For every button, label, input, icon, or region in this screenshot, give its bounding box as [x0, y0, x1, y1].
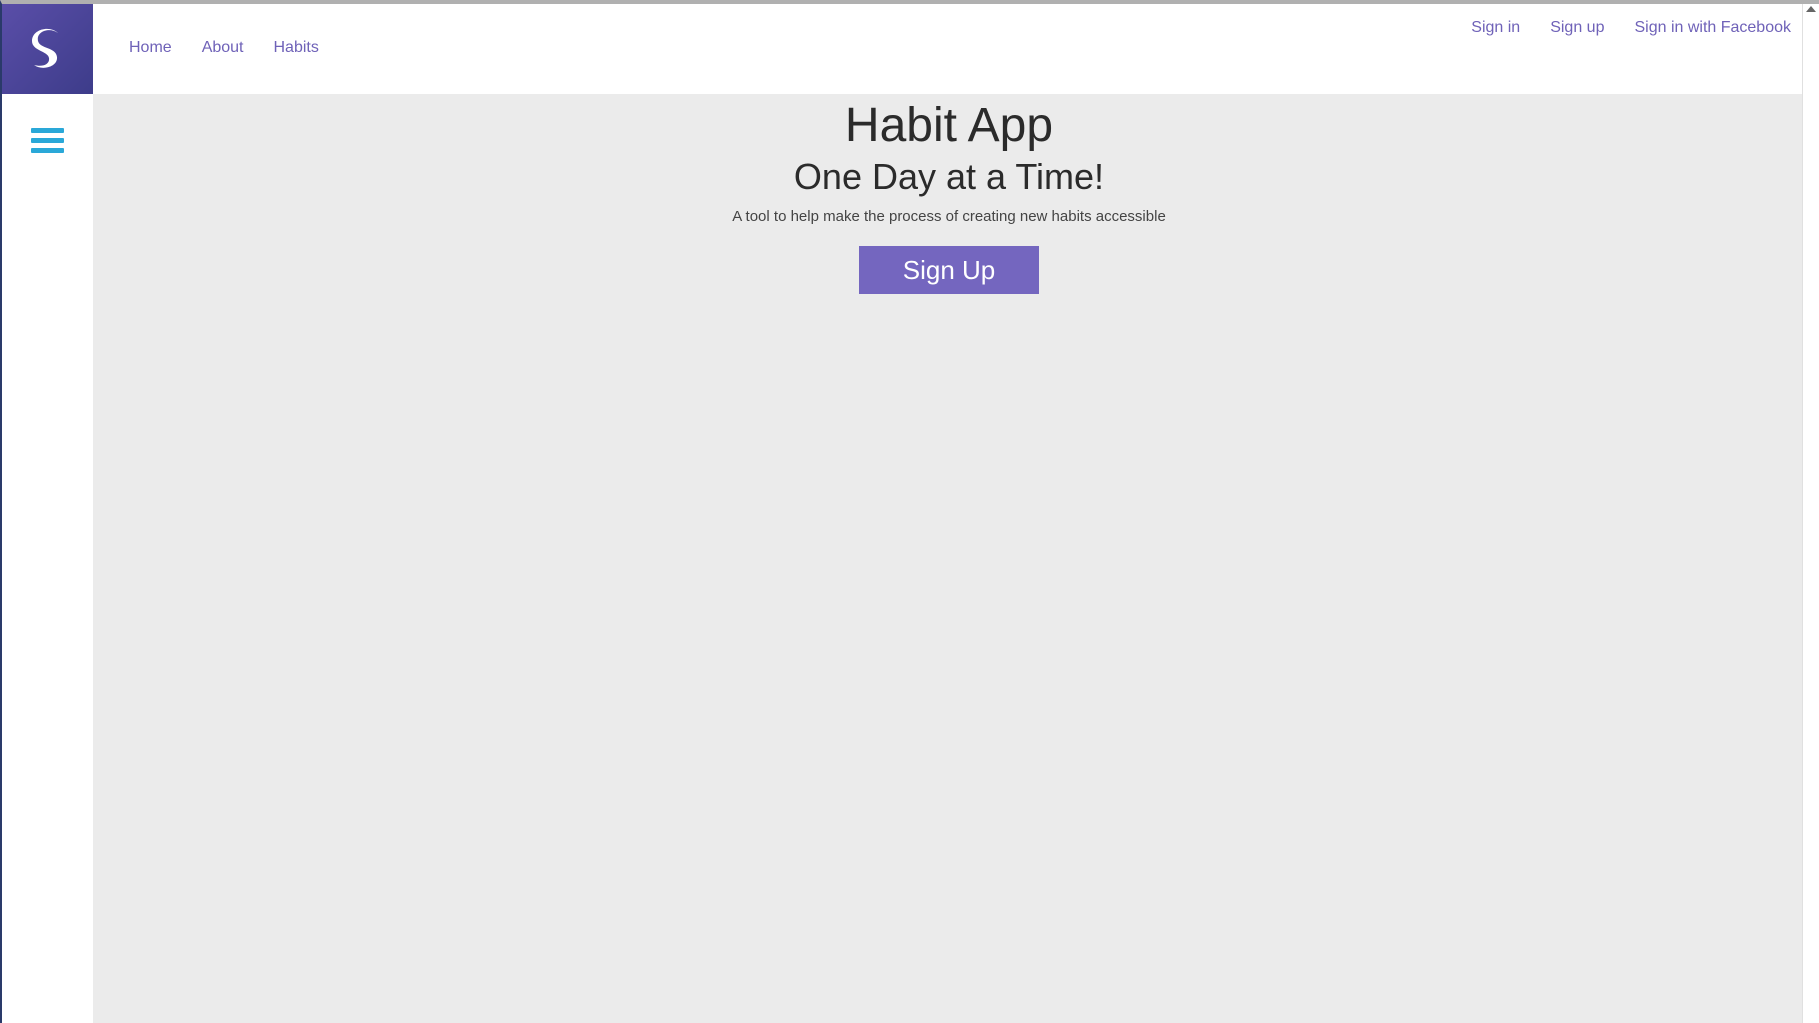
- page-description: A tool to help make the process of creat…: [732, 208, 1166, 225]
- sign-in-link[interactable]: Sign in: [1471, 19, 1520, 37]
- page-title: Habit App: [844, 99, 1054, 152]
- sign-up-button[interactable]: Sign Up: [859, 246, 1039, 294]
- main-content: Habit App One Day at a Time! A tool to h…: [93, 94, 1805, 1023]
- nav-home-link[interactable]: Home: [129, 39, 172, 57]
- sign-in-facebook-link[interactable]: Sign in with Facebook: [1634, 19, 1791, 37]
- browser-window: Home About Habits Sign in Sign up Sign i…: [0, 0, 1819, 1023]
- primary-nav: Home About Habits: [129, 39, 319, 57]
- hero-section: Habit App One Day at a Time! A tool to h…: [93, 94, 1805, 294]
- scroll-up-arrow-icon[interactable]: [1806, 6, 1816, 12]
- page-subtitle: One Day at a Time!: [793, 156, 1105, 197]
- vertical-scrollbar[interactable]: [1802, 4, 1819, 1023]
- nav-habits-link[interactable]: Habits: [274, 39, 319, 57]
- auth-nav: Sign in Sign up Sign in with Facebook: [1471, 19, 1791, 37]
- nav-about-link[interactable]: About: [202, 39, 244, 57]
- hamburger-menu-icon[interactable]: [31, 128, 64, 156]
- top-navbar: Home About Habits Sign in Sign up Sign i…: [93, 4, 1805, 94]
- sidebar: [2, 4, 93, 1023]
- sign-up-link[interactable]: Sign up: [1550, 19, 1604, 37]
- logo[interactable]: [2, 4, 93, 94]
- s-swirl-logo-icon: [31, 28, 58, 68]
